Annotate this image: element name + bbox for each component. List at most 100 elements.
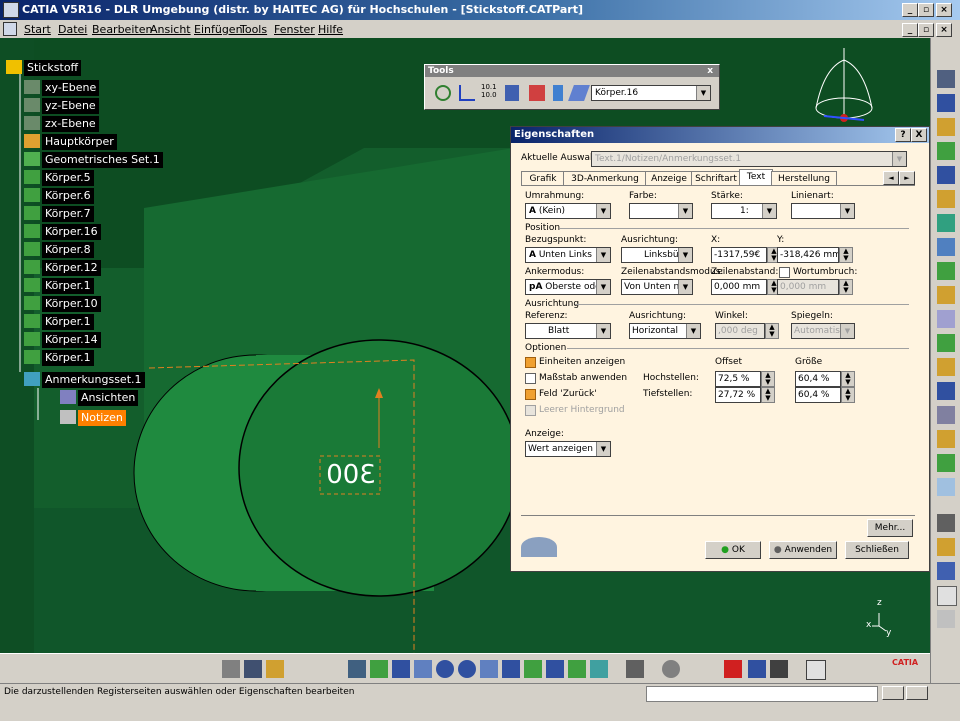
tree-item[interactable]: Hauptkörper	[42, 134, 117, 150]
menu-start[interactable]: Start	[24, 23, 51, 36]
quick-view-icon[interactable]	[524, 660, 542, 678]
axis-system-icon[interactable]	[459, 85, 475, 101]
ausrichtung-select[interactable]: Linksbün ▼	[621, 247, 693, 263]
doc-maximize-button[interactable]: ▫	[918, 23, 934, 37]
tab-text[interactable]: Text	[739, 169, 773, 186]
wortumbruch-checkbox[interactable]	[779, 267, 790, 278]
rotate-icon[interactable]	[414, 660, 432, 678]
tree-item[interactable]: Körper.1	[42, 314, 94, 330]
doc-minimize-button[interactable]: _	[902, 23, 918, 37]
apply-material-icon[interactable]	[724, 660, 742, 678]
tree-root[interactable]: Stickstoff	[24, 60, 82, 76]
ausrichtung2-select[interactable]: Horizontal ▼	[629, 323, 701, 339]
tree-item[interactable]: yz-Ebene	[42, 98, 99, 114]
select-icon[interactable]	[222, 660, 240, 678]
tree-item[interactable]: Körper.12	[42, 260, 101, 276]
catia-app-icon[interactable]	[3, 2, 19, 18]
body-insert-icon[interactable]	[553, 85, 563, 101]
menu-hilfe[interactable]: Hilfe	[318, 23, 343, 36]
transform-icon[interactable]	[937, 478, 955, 496]
scaling-icon[interactable]	[937, 562, 955, 580]
einheiten-checkbox[interactable]	[525, 357, 536, 368]
tab-herstellung[interactable]: Herstellung	[771, 171, 837, 186]
zeilenabstandsmodus-select[interactable]: Von Unten nac ▼	[621, 279, 693, 295]
tree-item[interactable]: Anmerkungsset.1	[42, 372, 145, 388]
ankermodus-select[interactable]: pA Oberste ode ▼	[525, 279, 611, 295]
mirror-icon[interactable]	[937, 514, 955, 532]
tree-item[interactable]: Körper.6	[42, 188, 94, 204]
hide-show-icon[interactable]	[568, 660, 586, 678]
current-selection-field[interactable]: Text.1/Notizen/Anmerkungsset.1 ▼	[591, 151, 907, 167]
tree-item[interactable]: xy-Ebene	[42, 80, 100, 96]
menu-ansicht[interactable]: Ansicht	[150, 23, 191, 36]
winkel-field[interactable]: ,000 deg	[715, 323, 765, 339]
pan-icon[interactable]	[392, 660, 410, 678]
sketch-icon[interactable]	[937, 70, 955, 88]
y-spinner[interactable]: ▲ ▼	[839, 247, 853, 263]
chevron-down-icon[interactable]: ▼	[840, 324, 854, 338]
status-button-1[interactable]	[882, 686, 904, 700]
chevron-down-icon[interactable]: ▼	[762, 204, 776, 218]
y-field[interactable]: -318,426 mm	[777, 247, 839, 263]
tab-scroll-left-button[interactable]: ◄	[883, 171, 899, 185]
tree-item[interactable]: Ansichten	[78, 390, 139, 406]
hole-icon[interactable]	[937, 190, 955, 208]
tree-item[interactable]: Körper.1	[42, 350, 94, 366]
rib-icon[interactable]	[937, 214, 955, 232]
units-icon[interactable]: 10.1 10.0	[481, 83, 497, 99]
work-object-select[interactable]: Körper.16 ▼	[591, 85, 711, 101]
close-button[interactable]: Schließen	[845, 541, 909, 559]
menu-einfuegen[interactable]: Einfügen	[194, 23, 243, 36]
staerke-select[interactable]: 1: ▼	[711, 203, 777, 219]
chevron-down-icon[interactable]: ▼	[678, 248, 692, 262]
chevron-down-icon[interactable]: ▼	[596, 442, 610, 456]
tree-item[interactable]: zx-Ebene	[42, 116, 99, 132]
tree-item[interactable]: Körper.16	[42, 224, 101, 240]
apply-button[interactable]: ● Anwenden	[769, 541, 837, 559]
feld-zurueck-checkbox[interactable]	[525, 389, 536, 400]
tree-item[interactable]: Körper.10	[42, 296, 101, 312]
tools-close-icon[interactable]: x	[707, 65, 713, 77]
thread-icon[interactable]	[937, 430, 955, 448]
boolean-icon[interactable]	[937, 454, 955, 472]
status-button-2[interactable]	[906, 686, 928, 700]
annotation-text[interactable]: 300	[322, 456, 380, 494]
maximize-button[interactable]: ▫	[918, 3, 934, 17]
chevron-down-icon[interactable]: ▼	[840, 204, 854, 218]
slot-icon[interactable]	[937, 238, 955, 256]
ok-button[interactable]: ● OK	[705, 541, 761, 559]
update-icon[interactable]	[435, 85, 451, 101]
chevron-down-icon[interactable]: ▼	[596, 204, 610, 218]
measure-between-icon[interactable]	[626, 660, 644, 678]
wortumbruch-field[interactable]: 0,000 mm	[777, 279, 839, 295]
normal-view-icon[interactable]	[480, 660, 498, 678]
loft-icon[interactable]	[937, 286, 955, 304]
pad-icon[interactable]	[937, 94, 955, 112]
bottle-icon[interactable]	[266, 660, 284, 678]
tab-scroll-right-button[interactable]: ►	[899, 171, 915, 185]
zeilenabstand-field[interactable]: 0,000 mm	[711, 279, 767, 295]
menu-bearbeiten[interactable]: Bearbeiten	[92, 23, 152, 36]
chevron-down-icon[interactable]: ▼	[596, 280, 610, 294]
tiefstellen-offset-field[interactable]: 27,72 %	[715, 387, 761, 403]
catalog-icon[interactable]	[505, 85, 519, 101]
tree-item[interactable]: Körper.7	[42, 206, 94, 222]
chevron-down-icon[interactable]: ▼	[596, 324, 610, 338]
menu-fenster[interactable]: Fenster	[274, 23, 315, 36]
macro-icon[interactable]	[529, 85, 545, 101]
catalog-browser-icon[interactable]	[748, 660, 766, 678]
pattern-icon[interactable]	[937, 538, 955, 556]
linienart-select[interactable]: ▼	[791, 203, 855, 219]
chamfer-icon[interactable]	[937, 334, 955, 352]
options-gear-icon[interactable]	[662, 660, 680, 678]
hochstellen-size-spinner[interactable]: ▲ ▼	[841, 371, 855, 387]
tree-item[interactable]: Geometrisches Set.1	[42, 152, 163, 168]
bezugspunkt-select[interactable]: A Unten Links ▼	[525, 247, 611, 263]
tree-item[interactable]: Körper.14	[42, 332, 101, 348]
tab-3d-anmerkung[interactable]: 3D-Anmerkung	[563, 171, 647, 186]
tab-anzeige[interactable]: Anzeige	[645, 171, 693, 186]
zoom-in-icon[interactable]	[436, 660, 454, 678]
shell-icon[interactable]	[937, 382, 955, 400]
spiegeln-select[interactable]: Automatisch ▼	[791, 323, 855, 339]
shaft-icon[interactable]	[937, 142, 955, 160]
